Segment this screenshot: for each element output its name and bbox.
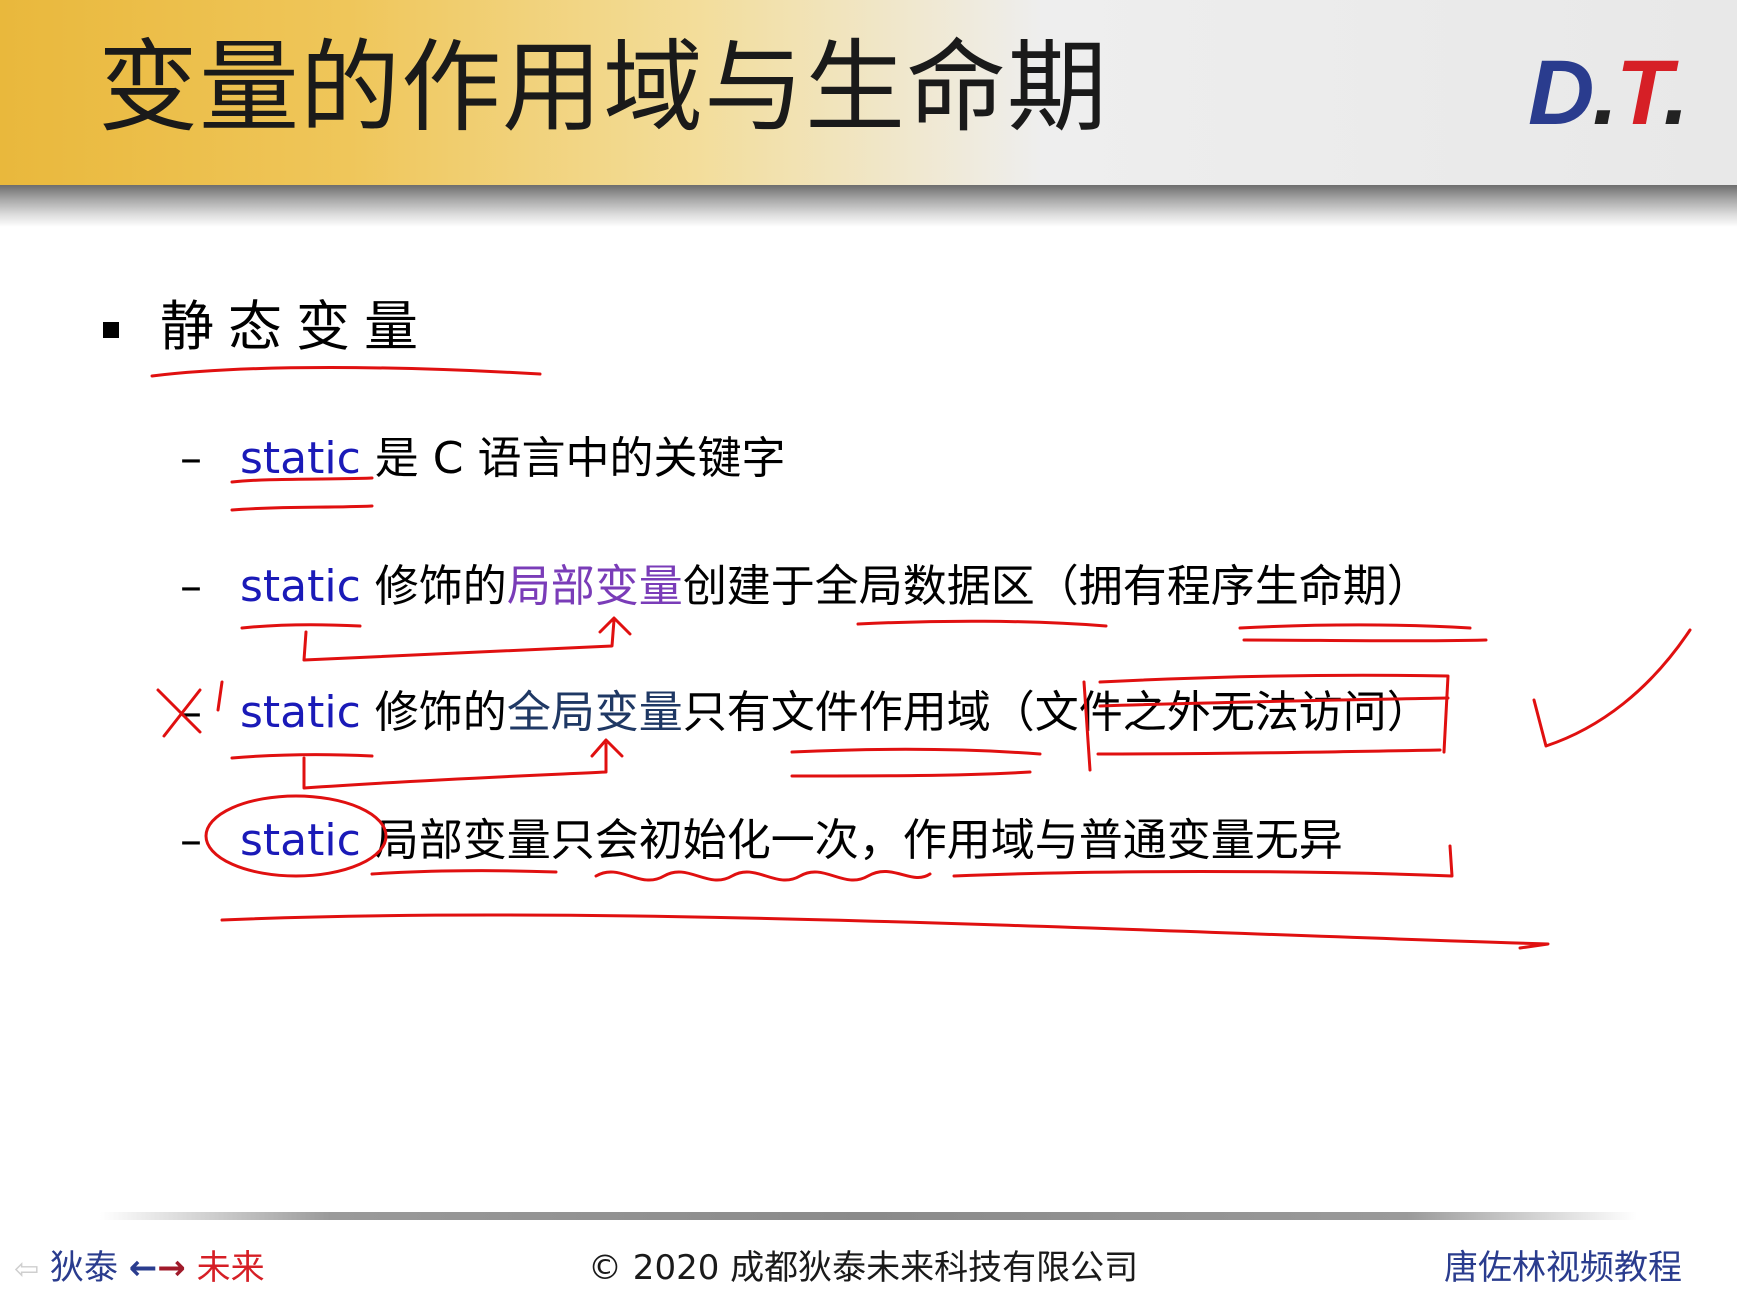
logo-dot-2: . <box>1663 42 1689 144</box>
bullet-row-4: – static 局部变量只会初始化一次，作用域与普通变量无异 <box>180 808 1343 874</box>
dash-marker: – <box>180 687 202 738</box>
keyword-static: static <box>240 433 361 484</box>
footer-word-ditai: 狄泰 <box>49 1248 118 1288</box>
footer-copyright: © 2020 成都狄泰未来科技有限公司 <box>588 1248 1139 1288</box>
bullet-square-icon <box>103 322 119 338</box>
logo-letter-t: T <box>1616 42 1665 144</box>
logo-dot-1: . <box>1592 42 1618 144</box>
dt-logo: D.T. <box>1528 47 1689 139</box>
ink-underline-file-scope-b <box>790 770 1032 778</box>
ink-underline-static-1b <box>230 504 374 512</box>
keyword-static: static <box>240 815 361 866</box>
keyword-static: static <box>240 687 361 738</box>
footer-brand: ⇦ 狄泰 ←→ 未来 <box>14 1246 265 1292</box>
row-text: 修饰的 <box>360 687 507 738</box>
ink-bracket-arrow-3 <box>302 738 624 790</box>
keyword-static: static <box>240 561 361 612</box>
row-text: 局部变量只会初始化一次，作用域与普通变量无异 <box>360 815 1343 866</box>
ink-underline-static-2 <box>240 623 362 630</box>
ink-underline-static-3 <box>230 753 374 760</box>
ink-underline-lifetime-a <box>1238 623 1472 630</box>
row-text: 创建于全局数据区（拥有程序生命期） <box>682 561 1431 612</box>
arrow-left-icon: ← <box>128 1248 158 1288</box>
bullet-row-1: – static 是 C 语言中的关键字 <box>180 426 786 492</box>
slide-title: 变量的作用域与生命期 <box>98 29 1108 146</box>
header-shadow <box>0 185 1737 227</box>
slide: 变量的作用域与生命期 D.T. 静态变量 – static 是 C 语言中的关键字… <box>0 0 1737 1303</box>
arrow-right-icon: → <box>157 1248 186 1288</box>
row-text: 只有文件作用域（文件之外无法访问） <box>682 687 1431 738</box>
footer-word-future: 未来 <box>196 1248 265 1288</box>
ink-underline-lifetime-b <box>1242 638 1488 643</box>
highlight-global-variable: 全局变量 <box>506 687 683 738</box>
row-text: 修饰的 <box>360 561 507 612</box>
section-heading: 静态变量 <box>160 295 432 358</box>
logo-letter-d: D <box>1528 42 1594 144</box>
ink-underline-heading <box>150 366 542 378</box>
dash-marker: – <box>180 561 202 612</box>
highlight-local-variable: 局部变量 <box>506 561 683 612</box>
ink-underline-global-data <box>856 619 1108 628</box>
row-text: 是 C 语言中的关键字 <box>360 433 786 484</box>
dash-marker: – <box>180 815 202 866</box>
bullet-row-2: – static 修饰的局部变量创建于全局数据区（拥有程序生命期） <box>180 554 1431 620</box>
footer-rule <box>100 1212 1637 1220</box>
ink-underline-file-scope <box>790 747 1042 756</box>
footer-course-name: 唐佐林视频教程 <box>1444 1248 1682 1288</box>
ink-checkmark <box>1532 628 1692 748</box>
ink-bracket-arrow-2 <box>302 616 632 662</box>
faint-arrow-icon: ⇦ <box>14 1252 40 1287</box>
dash-marker: – <box>180 433 202 484</box>
bullet-row-3: – static 修饰的全局变量只有文件作用域（文件之外无法访问） <box>180 680 1431 746</box>
ink-long-underline <box>220 913 1550 950</box>
